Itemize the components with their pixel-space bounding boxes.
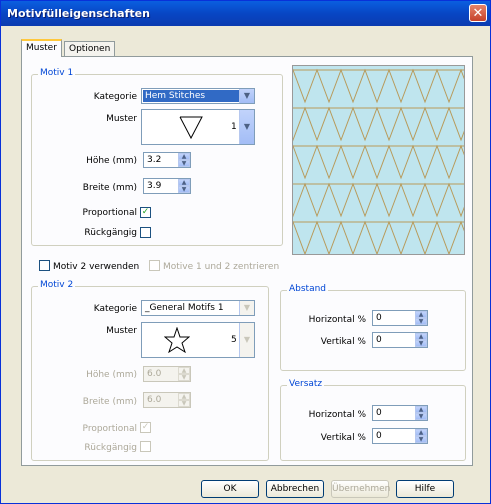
spin-down-icon[interactable]: ▼ (178, 374, 190, 381)
motiv2-hoehe-value: 6.0 (147, 369, 162, 379)
versatz-horizontal-stepper[interactable]: 0 ▲ ▼ (372, 405, 428, 421)
spin-up-icon[interactable]: ▲ (178, 179, 190, 186)
spin-down-icon[interactable]: ▼ (415, 318, 427, 325)
abstand-vertikal-value: 0 (376, 335, 382, 345)
use-motiv2-label: Motiv 2 verwenden (53, 262, 140, 272)
chevron-down-icon[interactable]: ▼ (239, 301, 254, 315)
motiv1-hoehe-stepper[interactable]: 3.2 ▲ ▼ (143, 152, 191, 168)
motiv2-muster-label: Muster (106, 326, 137, 336)
close-icon[interactable]: ✕ (469, 4, 487, 22)
abstand-horizontal-label: Horizontal % (308, 315, 366, 325)
star-motif-icon (164, 327, 190, 353)
spin-up-icon[interactable]: ▲ (178, 153, 190, 160)
pattern-zigzag (293, 68, 464, 104)
chevron-down-icon[interactable]: ▼ (239, 323, 254, 357)
motiv1-kategorie-value: Hem Stitches (143, 90, 239, 102)
motiv2-proportional-label: Proportional (82, 424, 137, 434)
spin-down-icon[interactable]: ▼ (415, 340, 427, 347)
triangle-motif-icon (179, 116, 203, 140)
motiv2-hoehe-stepper[interactable]: 6.0 ▲ ▼ (143, 366, 191, 382)
motiv2-proportional-checkbox[interactable]: ✓ (140, 422, 151, 433)
motiv2-kategorie-select[interactable]: _General Motifs 1 ▼ (141, 300, 255, 316)
motiv1-muster-select[interactable]: 1 ▼ (141, 109, 255, 145)
motiv2-muster-number: 5 (231, 335, 237, 345)
versatz-vertikal-label: Vertikal % (320, 433, 366, 443)
spin-up-icon[interactable]: ▲ (415, 406, 427, 413)
pattern-preview-graphic (293, 68, 464, 254)
motiv1-rueckgaengig-checkbox[interactable] (140, 227, 151, 238)
versatz-group: Versatz (280, 379, 466, 461)
pattern-preview (292, 65, 465, 255)
motiv2-kategorie-label: Kategorie (93, 304, 137, 314)
tab-muster[interactable]: Muster (21, 39, 62, 57)
versatz-group-title: Versatz (287, 379, 325, 389)
spin-down-icon[interactable]: ▼ (415, 413, 427, 420)
motiv1-breite-label: Breite (mm) (82, 183, 137, 193)
center-motifs-label: Motive 1 und 2 zentrieren (163, 262, 280, 272)
motiv2-breite-stepper[interactable]: 6.0 ▲ ▼ (143, 392, 191, 408)
motiv1-hoehe-label: Höhe (mm) (86, 156, 137, 166)
motiv2-breite-value: 6.0 (147, 395, 162, 405)
motiv1-rueckgaengig-label: Rückgängig (84, 228, 137, 238)
spin-up-icon[interactable]: ▲ (415, 311, 427, 318)
spin-down-icon[interactable]: ▼ (178, 186, 190, 193)
motiv2-group-title: Motiv 2 (38, 280, 76, 290)
spin-down-icon[interactable]: ▼ (415, 436, 427, 443)
title-bar[interactable]: Motivfülleigenschaften ✕ (1, 1, 490, 26)
motiv1-muster-number: 1 (231, 122, 237, 132)
spin-up-icon[interactable]: ▲ (415, 429, 427, 436)
abstand-group-title: Abstand (287, 284, 329, 294)
versatz-horizontal-value: 0 (376, 408, 382, 418)
spin-up-icon[interactable]: ▲ (178, 393, 190, 400)
motiv1-proportional-checkbox[interactable]: ✓ (140, 207, 151, 218)
versatz-vertikal-stepper[interactable]: 0 ▲ ▼ (372, 428, 428, 444)
motiv2-hoehe-label: Höhe (mm) (86, 370, 137, 380)
motiv1-group-title: Motiv 1 (38, 68, 76, 78)
chevron-down-icon[interactable]: ▼ (239, 110, 254, 144)
motiv1-breite-stepper[interactable]: 3.9 ▲ ▼ (143, 178, 191, 194)
abstand-horizontal-value: 0 (376, 313, 382, 323)
spin-down-icon[interactable]: ▼ (178, 400, 190, 407)
pattern-zigzag (293, 144, 464, 180)
motiv1-muster-label: Muster (106, 114, 137, 124)
abstand-vertikal-label: Vertikal % (320, 337, 366, 347)
dialog-window: Motivfülleigenschaften ✕ Muster Optionen… (0, 0, 491, 504)
window-title: Motivfülleigenschaften (7, 7, 150, 20)
spin-up-icon[interactable]: ▲ (178, 367, 190, 374)
versatz-horizontal-label: Horizontal % (308, 410, 366, 420)
motiv1-kategorie-label: Kategorie (93, 92, 137, 102)
spin-down-icon[interactable]: ▼ (178, 160, 190, 167)
motiv1-proportional-label: Proportional (82, 208, 137, 218)
motiv2-muster-select[interactable]: 5 ▼ (141, 322, 255, 358)
center-motifs-checkbox[interactable] (149, 260, 160, 271)
motiv2-rueckgaengig-checkbox[interactable] (140, 441, 151, 452)
tab-optionen[interactable]: Optionen (64, 41, 116, 57)
apply-button[interactable]: Übernehmen (331, 480, 390, 498)
use-motiv2-checkbox[interactable] (39, 260, 50, 271)
motiv1-kategorie-select[interactable]: Hem Stitches ▼ (141, 88, 255, 104)
abstand-group: Abstand (280, 284, 466, 371)
help-button[interactable]: Hilfe (396, 480, 454, 498)
chevron-down-icon[interactable]: ▼ (239, 89, 254, 103)
motiv2-rueckgaengig-label: Rückgängig (84, 443, 137, 453)
cancel-button[interactable]: Abbrechen (266, 480, 324, 498)
pattern-zigzag (293, 220, 464, 254)
abstand-vertikal-stepper[interactable]: 0 ▲ ▼ (372, 332, 428, 348)
abstand-horizontal-stepper[interactable]: 0 ▲ ▼ (372, 310, 428, 326)
motiv1-hoehe-value: 3.2 (147, 155, 162, 165)
pattern-zigzag (293, 106, 464, 142)
motiv2-kategorie-value: _General Motifs 1 (145, 303, 224, 313)
spin-up-icon[interactable]: ▲ (415, 333, 427, 340)
motiv1-breite-value: 3.9 (147, 181, 162, 191)
versatz-vertikal-value: 0 (376, 431, 382, 441)
pattern-zigzag (293, 182, 464, 218)
motiv2-breite-label: Breite (mm) (82, 397, 137, 407)
ok-button[interactable]: OK (201, 480, 259, 498)
